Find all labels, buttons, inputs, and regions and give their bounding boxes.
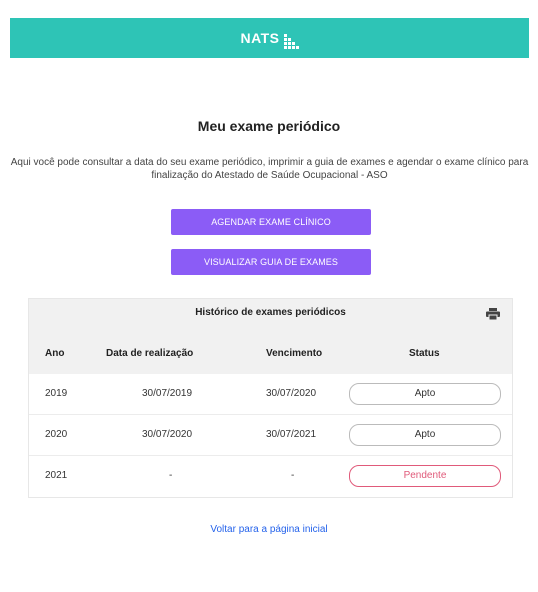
year-cell: 2020	[45, 429, 68, 440]
top-bar: NATS	[10, 18, 529, 58]
view-exam-guide-button[interactable]: VISUALIZAR GUIA DE EXAMES	[171, 249, 371, 275]
back-to-home-link[interactable]: Voltar para a página inicial	[0, 524, 538, 535]
table-row: 2019 30/07/2019 30/07/2020 Apto	[29, 374, 512, 415]
due-cell: 30/07/2021	[266, 429, 317, 440]
printer-icon[interactable]	[486, 308, 500, 320]
table-row: 2021 - - Pendente	[29, 456, 512, 496]
status-badge: Apto	[349, 383, 501, 405]
column-header-date: Data de realização	[106, 348, 194, 359]
status-badge: Apto	[349, 424, 501, 446]
column-header-year: Ano	[45, 348, 65, 359]
table-row: 2020 30/07/2020 30/07/2021 Apto	[29, 415, 512, 456]
date-cell: -	[169, 470, 173, 481]
page-description: Aqui você pode consultar a data do seu e…	[10, 157, 529, 181]
history-header: Histórico de exames periódicos Ano Data …	[29, 299, 512, 374]
exam-history-card: Histórico de exames periódicos Ano Data …	[28, 298, 513, 498]
column-header-status: Status	[409, 348, 440, 359]
due-cell: 30/07/2020	[266, 388, 317, 399]
date-cell: 30/07/2019	[142, 388, 193, 399]
year-cell: 2019	[45, 388, 68, 399]
nats-logo[interactable]: NATS	[240, 28, 299, 49]
logo-text: NATS	[240, 30, 280, 46]
schedule-exam-button[interactable]: AGENDAR EXAME CLÍNICO	[171, 209, 371, 235]
due-cell: -	[291, 470, 295, 481]
year-cell: 2021	[45, 470, 68, 481]
history-title: Histórico de exames periódicos	[195, 307, 346, 318]
logo-dots-icon	[283, 33, 299, 49]
status-badge-pending: Pendente	[349, 465, 501, 487]
date-cell: 30/07/2020	[142, 429, 193, 440]
column-header-due: Vencimento	[266, 348, 323, 359]
page-title: Meu exame periódico	[197, 118, 341, 134]
